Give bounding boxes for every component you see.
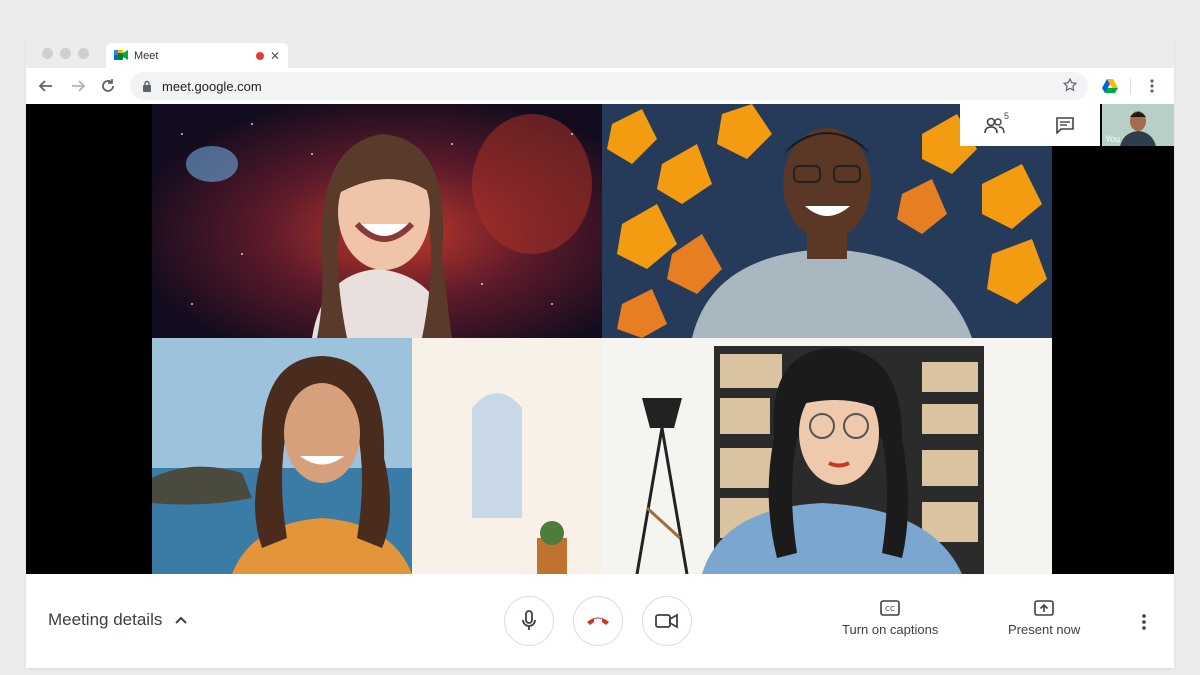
meet-logo-icon	[114, 49, 128, 64]
participants-button[interactable]: 5	[979, 109, 1011, 141]
forward-button[interactable]	[68, 76, 88, 96]
microphone-icon	[522, 610, 536, 630]
window-minimize-dot[interactable]	[60, 48, 71, 59]
captions-label: Turn on captions	[842, 622, 939, 637]
recording-indicator-icon	[255, 52, 264, 60]
more-options-button[interactable]	[1134, 610, 1154, 634]
call-info-panel: 5	[960, 104, 1100, 146]
chevron-up-icon	[175, 616, 188, 624]
browser-menu-button[interactable]	[1142, 76, 1162, 96]
close-tab-icon[interactable]: ✕	[270, 49, 280, 63]
tab-strip: Meet ✕	[26, 40, 1174, 69]
reload-button[interactable]	[98, 76, 118, 96]
window-maximize-dot[interactable]	[78, 48, 89, 59]
hang-up-button[interactable]	[573, 596, 623, 646]
reload-icon	[102, 79, 114, 92]
closed-captions-icon: CC	[880, 600, 900, 616]
present-now-button[interactable]: Present now	[1008, 600, 1080, 637]
participant-tile-4[interactable]	[602, 338, 1052, 574]
chat-button[interactable]	[1049, 109, 1081, 141]
microphone-button[interactable]	[504, 596, 554, 646]
url-text: meet.google.com	[162, 78, 262, 94]
tab-title: Meet	[134, 50, 159, 62]
self-view-label: You	[1105, 134, 1121, 144]
participant-tile-1[interactable]	[152, 104, 602, 338]
present-screen-icon	[1034, 600, 1054, 616]
arrow-left-icon	[38, 80, 52, 92]
self-view-thumbnail[interactable]: You	[1102, 104, 1174, 146]
toolbar-separator	[1130, 78, 1131, 94]
browser-window: Meet ✕ meet.google.com 5 You Meeting det…	[26, 40, 1174, 668]
arrow-right-icon	[72, 80, 86, 92]
meeting-details-label: Meeting details	[48, 610, 163, 629]
svg-text:CC: CC	[885, 605, 895, 613]
phone-hangup-icon	[587, 617, 609, 625]
chat-icon	[1056, 117, 1074, 134]
lock-icon	[143, 80, 151, 92]
participant-tile-3[interactable]	[152, 338, 602, 574]
window-close-dot[interactable]	[42, 48, 53, 59]
participant-count: 5	[1003, 111, 1009, 121]
browser-toolbar: meet.google.com	[26, 68, 1174, 104]
back-button[interactable]	[36, 76, 56, 96]
video-stage: 5 You	[26, 104, 1174, 574]
meeting-details-button[interactable]: Meeting details	[48, 610, 188, 630]
people-icon	[984, 117, 1005, 134]
present-now-label: Present now	[1008, 622, 1081, 637]
captions-button[interactable]: CC Turn on captions	[842, 600, 938, 637]
call-controls-bar: Meeting details CC Turn on captions Pres…	[26, 574, 1174, 668]
google-drive-icon[interactable]	[1100, 76, 1120, 96]
tab-meet[interactable]: Meet ✕	[106, 43, 288, 69]
camera-button[interactable]	[642, 596, 692, 646]
video-camera-icon	[655, 613, 678, 629]
star-icon[interactable]	[1062, 77, 1078, 98]
kebab-menu-icon	[1150, 79, 1154, 93]
kebab-menu-icon	[1142, 614, 1146, 630]
address-bar[interactable]: meet.google.com	[130, 72, 1088, 100]
